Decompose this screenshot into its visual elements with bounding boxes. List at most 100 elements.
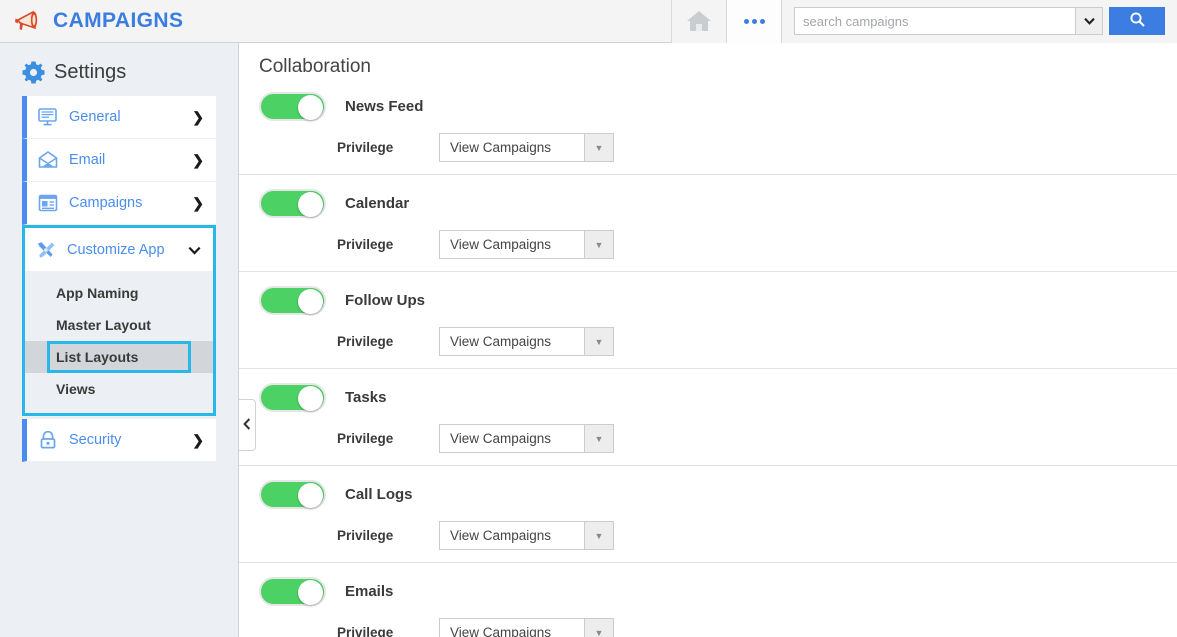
brand-title: CAMPAIGNS xyxy=(53,9,184,32)
three-dots-icon xyxy=(743,18,765,24)
chevron-down-icon: ▼ xyxy=(584,522,613,549)
privilege-label: Privilege xyxy=(337,625,394,637)
megaphone-icon xyxy=(14,8,44,34)
tools-icon xyxy=(35,240,67,260)
toggle-knob xyxy=(298,580,323,605)
chevron-down-icon: ▼ xyxy=(584,328,613,355)
feature-row: Call Logs Privilege View Campaigns ▼ xyxy=(239,466,1177,563)
sidebar-item-label: Campaigns xyxy=(69,195,143,211)
search-button[interactable] xyxy=(1109,7,1165,35)
sidebar-item-general[interactable]: General ❯ xyxy=(22,96,216,139)
privilege-select-value: View Campaigns xyxy=(450,625,552,637)
privilege-label: Privilege xyxy=(337,140,394,155)
list-icon xyxy=(37,193,69,213)
chevron-right-icon: ❯ xyxy=(192,431,204,448)
chevron-right-icon: ❯ xyxy=(192,151,204,168)
submenu-item-list-layouts[interactable]: List Layouts xyxy=(25,341,213,373)
chevron-down-icon xyxy=(188,242,201,258)
submenu-item-master-layout[interactable]: Master Layout xyxy=(25,309,213,341)
privilege-select-value: View Campaigns xyxy=(450,431,552,446)
sidebar-item-customize-app[interactable]: Customize App xyxy=(25,228,213,271)
chevron-down-icon xyxy=(1083,12,1095,30)
feature-toggle-news-feed[interactable] xyxy=(259,92,326,121)
privilege-row: Privilege View Campaigns ▼ xyxy=(337,327,1177,356)
sidebar-item-email[interactable]: Email ❯ xyxy=(22,139,216,182)
feature-row: Emails Privilege View Campaigns ▼ xyxy=(239,563,1177,637)
feature-toggle-calendar[interactable] xyxy=(259,189,326,218)
lock-icon xyxy=(37,430,69,450)
privilege-select-value: View Campaigns xyxy=(450,237,552,252)
submenu-item-label: Views xyxy=(56,381,96,397)
sidebar-item-label: Security xyxy=(69,432,122,448)
settings-header: Settings xyxy=(0,43,238,84)
search-scope-dropdown[interactable] xyxy=(1075,7,1103,35)
top-bar: CAMPAIGNS xyxy=(0,0,1177,43)
feature-row: Follow Ups Privilege View Campaigns ▼ xyxy=(239,272,1177,369)
sidebar-item-label: Email xyxy=(69,152,106,168)
chevron-down-icon: ▼ xyxy=(584,619,613,637)
brand[interactable]: CAMPAIGNS xyxy=(0,8,183,34)
submenu-item-app-naming[interactable]: App Naming xyxy=(25,277,213,309)
search-area xyxy=(781,0,1177,43)
feature-row: News Feed Privilege View Campaigns ▼ xyxy=(239,78,1177,175)
privilege-label: Privilege xyxy=(337,237,394,252)
search-input[interactable] xyxy=(794,7,1075,35)
feature-toggle-call-logs[interactable] xyxy=(259,480,326,509)
feature-toggle-follow-ups[interactable] xyxy=(259,286,326,315)
privilege-row: Privilege View Campaigns ▼ xyxy=(337,521,1177,550)
feature-name: Tasks xyxy=(345,389,387,406)
main-content: Collaboration News Feed Privilege View C… xyxy=(239,43,1177,637)
privilege-select-value: View Campaigns xyxy=(450,140,552,155)
feature-row: Calendar Privilege View Campaigns ▼ xyxy=(239,175,1177,272)
search-group xyxy=(794,7,1165,35)
sidebar-item-campaigns[interactable]: Campaigns ❯ xyxy=(22,182,216,225)
sidebar-item-security[interactable]: Security ❯ xyxy=(22,419,216,462)
submenu-item-label: List Layouts xyxy=(46,341,192,373)
privilege-row: Privilege View Campaigns ▼ xyxy=(337,133,1177,162)
chevron-down-icon: ▼ xyxy=(584,231,613,258)
toggle-knob xyxy=(298,483,323,508)
submenu-item-label: App Naming xyxy=(56,285,139,301)
sidebar-item-label: Customize App xyxy=(67,241,165,258)
privilege-select-value: View Campaigns xyxy=(450,528,552,543)
privilege-select-calendar[interactable]: View Campaigns ▼ xyxy=(439,230,614,259)
feature-toggle-emails[interactable] xyxy=(259,577,326,606)
more-menu-button[interactable] xyxy=(726,0,781,43)
privilege-select-tasks[interactable]: View Campaigns ▼ xyxy=(439,424,614,453)
toggle-knob xyxy=(298,289,323,314)
envelope-icon xyxy=(37,150,69,170)
chevron-down-icon: ▼ xyxy=(584,425,613,452)
sidebar-item-label: General xyxy=(69,109,121,125)
feature-header: Emails xyxy=(259,577,1177,606)
gear-icon xyxy=(22,61,45,84)
privilege-label: Privilege xyxy=(337,431,394,446)
privilege-row: Privilege View Campaigns ▼ xyxy=(337,424,1177,453)
monitor-icon xyxy=(37,107,69,127)
feature-name: Follow Ups xyxy=(345,292,425,309)
page-title: Collaboration xyxy=(259,56,371,77)
privilege-select-follow-ups[interactable]: View Campaigns ▼ xyxy=(439,327,614,356)
feature-row: Tasks Privilege View Campaigns ▼ xyxy=(239,369,1177,466)
privilege-select-call-logs[interactable]: View Campaigns ▼ xyxy=(439,521,614,550)
privilege-row: Privilege View Campaigns ▼ xyxy=(337,618,1177,637)
sidebar-collapse-handle[interactable] xyxy=(239,399,256,451)
home-button[interactable] xyxy=(671,0,726,43)
privilege-select-value: View Campaigns xyxy=(450,334,552,349)
feature-header: News Feed xyxy=(259,92,1177,121)
privilege-label: Privilege xyxy=(337,334,394,349)
privilege-select-emails[interactable]: View Campaigns ▼ xyxy=(439,618,614,637)
chevron-down-icon: ▼ xyxy=(584,134,613,161)
feature-toggle-tasks[interactable] xyxy=(259,383,326,412)
privilege-select-news-feed[interactable]: View Campaigns ▼ xyxy=(439,133,614,162)
submenu-item-label: Master Layout xyxy=(56,317,151,333)
search-icon xyxy=(1129,11,1146,31)
feature-header: Tasks xyxy=(259,383,1177,412)
chevron-left-icon xyxy=(243,417,251,433)
privilege-label: Privilege xyxy=(337,528,394,543)
feature-name: Calendar xyxy=(345,195,410,212)
chevron-right-icon: ❯ xyxy=(192,108,204,125)
settings-menu: General ❯ Email ❯ Campaigns ❯ Customize … xyxy=(22,96,216,462)
submenu-item-views[interactable]: Views xyxy=(25,373,213,405)
chevron-right-icon: ❯ xyxy=(192,194,204,211)
feature-name: Emails xyxy=(345,583,394,600)
